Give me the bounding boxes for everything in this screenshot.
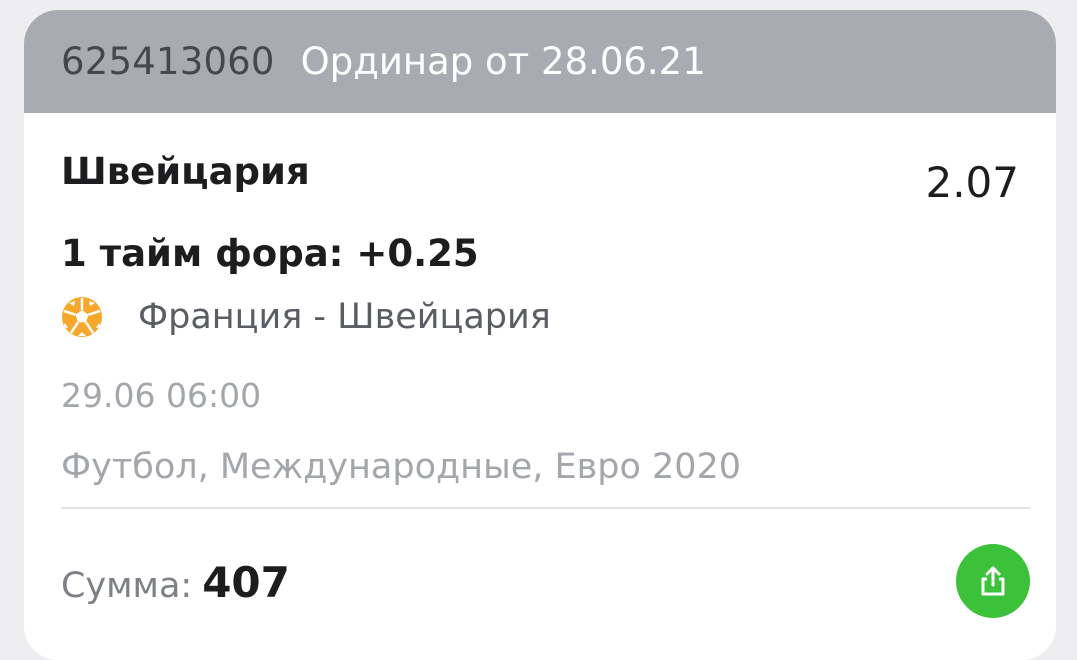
divider — [61, 507, 1030, 509]
odds-value: 2.07 — [925, 158, 1019, 207]
share-icon — [976, 564, 1010, 598]
sum-value: 407 — [202, 558, 290, 607]
bet-card: 625413060 Ординар от 28.06.21 Швейцария … — [24, 10, 1056, 660]
sum-row: Сумма: 407 — [61, 558, 290, 607]
soccer-ball-icon — [60, 295, 104, 339]
sum-label: Сумма: — [61, 566, 193, 606]
bet-type-date: Ординар от 28.06.21 — [300, 40, 706, 83]
market-label: 1 тайм фора: +0.25 — [61, 232, 479, 275]
bet-card-header: 625413060 Ординар от 28.06.21 — [24, 10, 1056, 113]
selection-team: Швейцария — [61, 150, 310, 193]
selection-row: Швейцария 2.07 — [61, 150, 1019, 207]
event-datetime: 29.06 06:00 — [61, 376, 262, 415]
match-row: Франция - Швейцария — [60, 295, 551, 339]
share-button[interactable] — [956, 544, 1030, 618]
match-name: Франция - Швейцария — [138, 297, 551, 337]
bet-id: 625413060 — [61, 40, 275, 83]
league-path: Футбол, Международные, Евро 2020 — [61, 447, 742, 487]
